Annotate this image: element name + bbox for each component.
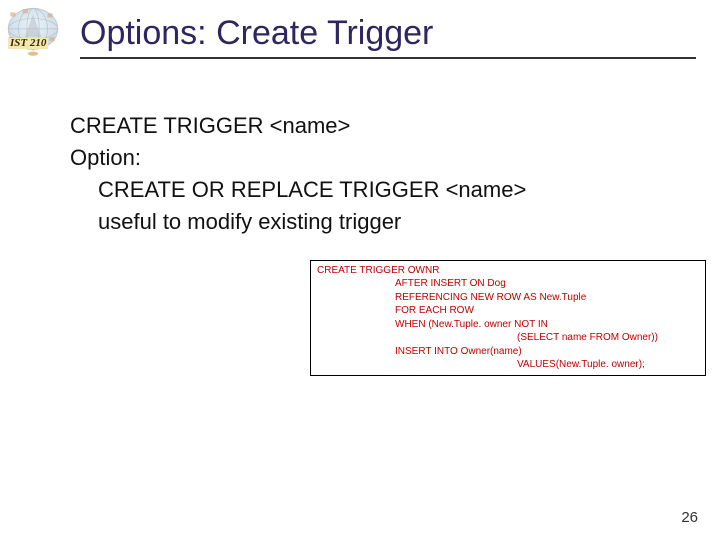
code-line: WHEN (New.Tuple. owner NOT IN (317, 318, 699, 332)
body-line-3: CREATE OR REPLACE TRIGGER <name> (70, 174, 680, 206)
logo-globe-icon (2, 6, 64, 58)
code-line: VALUES(New.Tuple. owner); (317, 358, 699, 372)
slide-number: 26 (681, 509, 698, 526)
code-line: REFERENCING NEW ROW AS New.Tuple (317, 291, 699, 305)
body-line-4: useful to modify existing trigger (70, 206, 680, 238)
code-line: FOR EACH ROW (317, 304, 699, 318)
code-line: (SELECT name FROM Owner)) (317, 331, 699, 345)
slide-header: IST 210 Options: Create Trigger (0, 0, 720, 62)
slide-title: Options: Create Trigger (80, 14, 433, 52)
body-line-2: Option: (70, 142, 680, 174)
code-example-box: CREATE TRIGGER OWNR AFTER INSERT ON Dog … (310, 260, 706, 376)
body-line-1: CREATE TRIGGER <name> (70, 110, 680, 142)
code-line: INSERT INTO Owner(name) (317, 345, 699, 359)
code-line: AFTER INSERT ON Dog (317, 277, 699, 291)
course-logo: IST 210 (6, 12, 72, 62)
slide-body: CREATE TRIGGER <name> Option: CREATE OR … (0, 62, 720, 376)
course-code: IST 210 (8, 38, 48, 49)
code-line: CREATE TRIGGER OWNR (317, 264, 699, 278)
title-area: Options: Create Trigger (72, 14, 720, 61)
